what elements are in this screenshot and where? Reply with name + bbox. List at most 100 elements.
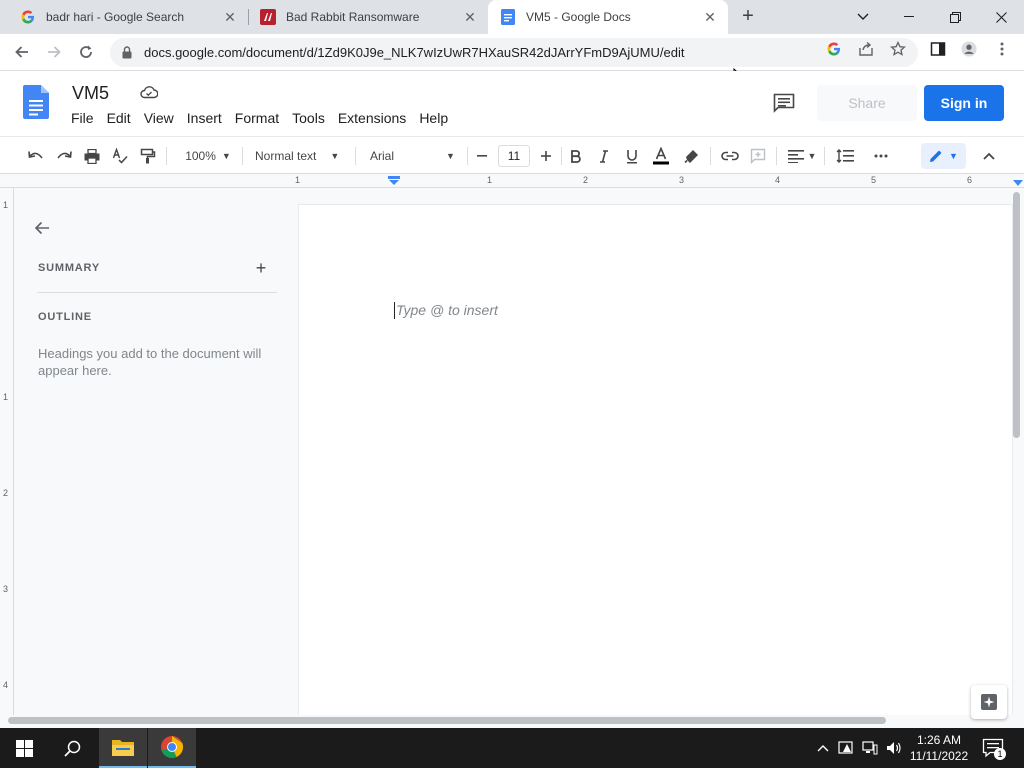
clock-date: 11/11/2022 [909, 749, 969, 763]
notification-count-badge: 1 [994, 748, 1006, 760]
print-icon[interactable] [82, 145, 102, 167]
redo-icon[interactable] [54, 145, 74, 167]
tab-close-icon[interactable]: ✕ [702, 9, 718, 25]
insert-link-icon[interactable] [720, 145, 740, 167]
undo-icon[interactable] [26, 145, 46, 167]
underline-icon[interactable] [622, 145, 642, 167]
reload-icon[interactable] [74, 40, 98, 64]
panel-divider [37, 292, 277, 293]
new-tab-button[interactable]: + [738, 6, 758, 27]
align-select[interactable]: ▼ [786, 145, 818, 167]
add-comment-icon[interactable] [748, 145, 768, 167]
document-page[interactable] [299, 205, 1012, 715]
profile-avatar-icon[interactable] [961, 41, 977, 57]
tab-google-docs[interactable]: VM5 - Google Docs ✕ [488, 0, 728, 34]
minimize-icon[interactable] [886, 0, 932, 34]
search-icon [63, 740, 80, 757]
vertical-scrollbar[interactable] [1013, 192, 1020, 438]
tab-bad-rabbit[interactable]: Bad Rabbit Ransomware ✕ [248, 0, 488, 34]
bold-icon[interactable] [566, 145, 586, 167]
side-panel-icon[interactable] [930, 41, 946, 57]
line-spacing-icon[interactable] [834, 145, 856, 167]
menu-format[interactable]: Format [235, 110, 279, 126]
show-hidden-icons-icon[interactable] [815, 740, 831, 756]
ruler-number: 1 [487, 175, 493, 185]
bookmark-star-icon[interactable] [890, 41, 906, 57]
close-window-icon[interactable] [978, 0, 1024, 34]
ruler-number: 4 [3, 680, 9, 690]
lock-icon[interactable] [120, 46, 134, 60]
back-icon[interactable] [10, 40, 34, 64]
toolbar-divider [824, 147, 825, 165]
tab-close-icon[interactable]: ✕ [462, 9, 478, 25]
ruler-number: 1 [295, 175, 301, 185]
ruler-number: 3 [679, 175, 685, 185]
indent-marker-icon[interactable] [388, 176, 400, 186]
menu-file[interactable]: File [71, 110, 94, 126]
file-explorer-button[interactable] [99, 728, 147, 768]
decrease-font-size-icon[interactable] [473, 145, 491, 167]
vertical-ruler[interactable]: 1 1 2 3 4 [0, 188, 14, 715]
font-family-select[interactable]: Arial ▼ [370, 145, 462, 167]
restore-icon[interactable] [932, 0, 978, 34]
increase-font-size-icon[interactable] [537, 145, 555, 167]
ruler-number: 2 [3, 488, 9, 498]
font-size-input[interactable]: 11 [498, 145, 530, 167]
horizontal-scrollbar[interactable] [8, 717, 886, 724]
spellcheck-icon[interactable] [110, 145, 130, 167]
forward-icon[interactable] [42, 40, 66, 64]
toolbar-divider [242, 147, 243, 165]
menu-help[interactable]: Help [419, 110, 448, 126]
volume-icon[interactable] [886, 740, 902, 756]
chevron-down-icon: ▼ [949, 151, 958, 161]
document-title[interactable]: VM5 [72, 83, 109, 104]
browser-toolbar: docs.google.com/document/d/1Zd9K0J9e_NLK… [0, 34, 1024, 71]
add-summary-button[interactable]: + [252, 259, 270, 277]
sign-in-button[interactable]: Sign in [924, 85, 1004, 121]
close-outline-arrow-icon[interactable] [33, 219, 51, 237]
start-button[interactable] [0, 728, 48, 768]
menu-tools[interactable]: Tools [292, 110, 325, 126]
paint-format-icon[interactable] [138, 145, 158, 167]
browser-menu-icon[interactable] [994, 41, 1010, 57]
paragraph-style-value: Normal text [255, 149, 317, 163]
hide-menus-icon[interactable] [979, 145, 999, 167]
menu-view[interactable]: View [144, 110, 174, 126]
toolbar-divider [561, 147, 562, 165]
explore-sparkle-icon [981, 694, 997, 710]
menu-insert[interactable]: Insert [187, 110, 222, 126]
google-docs-logo-icon[interactable] [23, 85, 49, 119]
toolbar-divider [166, 147, 167, 165]
address-bar[interactable]: docs.google.com/document/d/1Zd9K0J9e_NLK… [110, 38, 918, 67]
highlight-color-icon[interactable] [682, 145, 702, 167]
windows-taskbar: 1:26 AM 11/11/2022 1 [0, 728, 1024, 768]
chevron-down-icon: ▼ [807, 151, 817, 161]
google-translate-icon[interactable] [826, 41, 842, 57]
explore-button[interactable] [971, 685, 1007, 719]
comments-icon[interactable] [773, 93, 795, 113]
security-warning-icon[interactable] [838, 740, 854, 756]
editing-mode-select[interactable]: ▼ [921, 143, 966, 169]
chrome-button[interactable] [148, 728, 196, 768]
tab-close-icon[interactable]: ✕ [222, 9, 238, 25]
network-icon[interactable] [862, 740, 878, 756]
tab-search-icon[interactable] [840, 0, 886, 34]
system-clock[interactable]: 1:26 AM 11/11/2022 [906, 732, 972, 764]
tab-google-search[interactable]: badr hari - Google Search ✕ [8, 0, 248, 34]
more-options-icon[interactable] [870, 145, 892, 167]
ruler-number: 3 [3, 584, 9, 594]
cloud-saved-icon[interactable] [140, 84, 158, 100]
ruler-number: 1 [3, 200, 9, 210]
paragraph-style-select[interactable]: Normal text ▼ [255, 145, 347, 167]
share-button[interactable]: Share [817, 85, 917, 121]
menu-extensions[interactable]: Extensions [338, 110, 406, 126]
search-button[interactable] [48, 728, 96, 768]
document-placeholder[interactable]: Type @ to insert [396, 302, 498, 318]
menu-edit[interactable]: Edit [107, 110, 131, 126]
right-indent-marker-icon[interactable] [1012, 179, 1024, 187]
share-page-icon[interactable] [858, 41, 874, 57]
italic-icon[interactable] [594, 145, 614, 167]
text-color-icon[interactable] [650, 145, 672, 167]
horizontal-ruler[interactable]: 1 1 2 3 4 5 6 [0, 174, 1024, 188]
zoom-select[interactable]: 100% ▼ [180, 145, 236, 167]
